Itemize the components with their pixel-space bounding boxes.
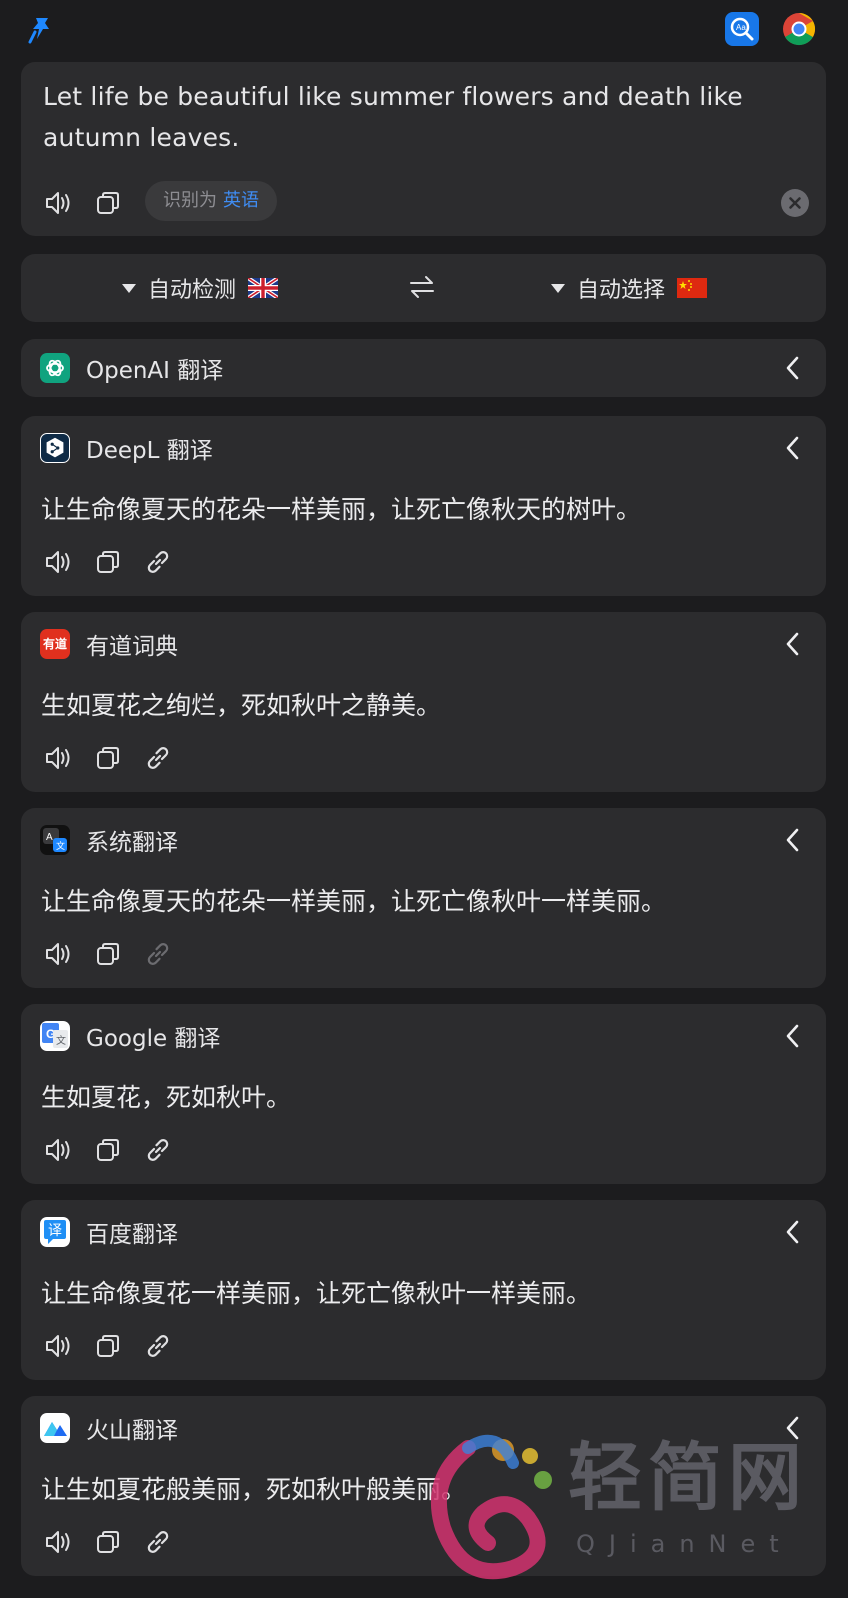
- deepl-logo-icon: [40, 433, 70, 463]
- clear-icon[interactable]: [781, 189, 809, 217]
- speaker-icon[interactable]: [42, 1330, 74, 1362]
- svg-text:文: 文: [56, 1034, 66, 1047]
- pin-icon[interactable]: [26, 14, 58, 46]
- service-card-youdao: 有道 有道词典 生如夏花之绚烂，死如秋叶之静美。: [21, 612, 826, 792]
- openai-logo-icon: [40, 353, 70, 383]
- service-header[interactable]: 译 百度翻译: [40, 1216, 178, 1248]
- result-actions: [42, 1134, 192, 1166]
- input-panel: Let life be beautiful like summer flower…: [21, 62, 826, 236]
- svg-text:A: A: [46, 832, 53, 843]
- service-name: DeepL 翻译: [86, 438, 213, 464]
- detected-language-pill[interactable]: 识别为 英语: [145, 181, 277, 221]
- input-actions: [42, 187, 142, 219]
- link-icon[interactable]: [142, 1330, 174, 1362]
- volcano-translate-logo-icon: [40, 1413, 70, 1443]
- service-name: 系统翻译: [86, 830, 178, 856]
- baidu-logo-text: 译: [48, 1223, 62, 1239]
- service-header[interactable]: 有道 有道词典: [40, 628, 178, 660]
- service-header[interactable]: OpenAI 翻译: [40, 352, 223, 384]
- result-actions: [42, 1330, 192, 1362]
- uk-flag-icon: [246, 276, 280, 300]
- speaker-icon[interactable]: [42, 1134, 74, 1166]
- copy-icon[interactable]: [92, 546, 124, 578]
- service-card-volcano: 火山翻译 让生如夏花般美丽，死如秋叶般美丽。: [21, 1396, 826, 1576]
- chrome-app-icon[interactable]: [782, 12, 816, 46]
- chevron-left-icon[interactable]: [782, 1218, 804, 1246]
- service-name: 百度翻译: [86, 1222, 178, 1248]
- translation-result[interactable]: 生如夏花之绚烂，死如秋叶之静美。: [41, 686, 441, 722]
- service-card-openai: OpenAI 翻译: [21, 339, 826, 397]
- source-language-label: 自动检测: [148, 278, 237, 303]
- copy-icon[interactable]: [92, 938, 124, 970]
- speaker-icon[interactable]: [42, 1526, 74, 1558]
- translation-result[interactable]: 让生命像夏花一样美丽，让死亡像秋叶一样美丽。: [41, 1274, 591, 1310]
- youdao-logo-icon: 有道: [40, 629, 70, 659]
- google-translate-logo-icon: G文: [40, 1021, 70, 1051]
- chevron-left-icon[interactable]: [782, 354, 804, 382]
- link-icon[interactable]: [142, 1134, 174, 1166]
- service-header[interactable]: DeepL 翻译: [40, 432, 213, 464]
- target-language-select[interactable]: 自动选择: [551, 254, 708, 322]
- result-actions: [42, 938, 192, 970]
- speaker-icon[interactable]: [42, 546, 74, 578]
- eudic-app-icon[interactable]: Aa: [725, 12, 759, 46]
- dropdown-triangle-icon: [122, 283, 136, 293]
- service-header[interactable]: G文 Google 翻译: [40, 1020, 220, 1052]
- title-bar: Aa: [0, 0, 848, 62]
- detected-prefix: 识别为: [163, 190, 217, 211]
- translation-result[interactable]: 生如夏花，死如秋叶。: [41, 1078, 291, 1114]
- dropdown-triangle-icon: [551, 283, 565, 293]
- copy-icon[interactable]: [92, 1134, 124, 1166]
- service-name: 火山翻译: [86, 1418, 178, 1444]
- apple-translate-logo-icon: A文: [40, 825, 70, 855]
- speaker-icon[interactable]: [42, 938, 74, 970]
- chevron-left-icon[interactable]: [782, 826, 804, 854]
- link-icon-disabled: [142, 938, 174, 970]
- result-actions: [42, 1526, 192, 1558]
- service-header[interactable]: A文 系统翻译: [40, 824, 178, 856]
- link-icon[interactable]: [142, 546, 174, 578]
- chevron-left-icon[interactable]: [782, 1022, 804, 1050]
- translation-result[interactable]: 让生命像夏天的花朵一样美丽，让死亡像秋天的树叶。: [41, 490, 641, 526]
- svg-text:文: 文: [56, 840, 65, 852]
- target-language-label: 自动选择: [577, 278, 666, 303]
- translation-result[interactable]: 让生命像夏天的花朵一样美丽，让死亡像秋叶一样美丽。: [41, 882, 666, 918]
- service-card-system: A文 系统翻译 让生命像夏天的花朵一样美丽，让死亡像秋叶一样美丽。: [21, 808, 826, 988]
- copy-icon[interactable]: [92, 1526, 124, 1558]
- chevron-left-icon[interactable]: [782, 1414, 804, 1442]
- result-actions: [42, 742, 192, 774]
- service-card-deepl: DeepL 翻译 让生命像夏天的花朵一样美丽，让死亡像秋天的树叶。: [21, 416, 826, 596]
- swap-languages-icon[interactable]: [407, 272, 437, 302]
- service-name: OpenAI 翻译: [86, 358, 224, 384]
- speaker-icon[interactable]: [42, 187, 74, 219]
- link-icon[interactable]: [142, 1526, 174, 1558]
- chevron-left-icon[interactable]: [782, 434, 804, 462]
- copy-icon[interactable]: [92, 742, 124, 774]
- link-icon[interactable]: [142, 742, 174, 774]
- service-card-google: G文 Google 翻译 生如夏花，死如秋叶。: [21, 1004, 826, 1184]
- source-language-select[interactable]: 自动检测: [122, 254, 280, 322]
- svg-text:Aa: Aa: [736, 23, 746, 32]
- youdao-logo-text: 有道: [42, 637, 67, 651]
- service-name: 有道词典: [86, 634, 178, 660]
- copy-icon[interactable]: [92, 187, 124, 219]
- service-card-baidu: 译 百度翻译 让生命像夏花一样美丽，让死亡像秋叶一样美丽。: [21, 1200, 826, 1380]
- detected-language: 英语: [223, 190, 259, 211]
- result-actions: [42, 546, 192, 578]
- service-header[interactable]: 火山翻译: [40, 1412, 178, 1444]
- service-name: Google 翻译: [86, 1026, 221, 1052]
- speaker-icon[interactable]: [42, 742, 74, 774]
- baidu-translate-logo-icon: 译: [40, 1217, 70, 1247]
- translation-result[interactable]: 让生如夏花般美丽，死如秋叶般美丽。: [41, 1470, 466, 1506]
- china-flag-icon: [677, 278, 708, 298]
- language-bar: 自动检测 自动选择: [21, 254, 826, 322]
- source-text[interactable]: Let life be beautiful like summer flower…: [43, 76, 803, 158]
- copy-icon[interactable]: [92, 1330, 124, 1362]
- chevron-left-icon[interactable]: [782, 630, 804, 658]
